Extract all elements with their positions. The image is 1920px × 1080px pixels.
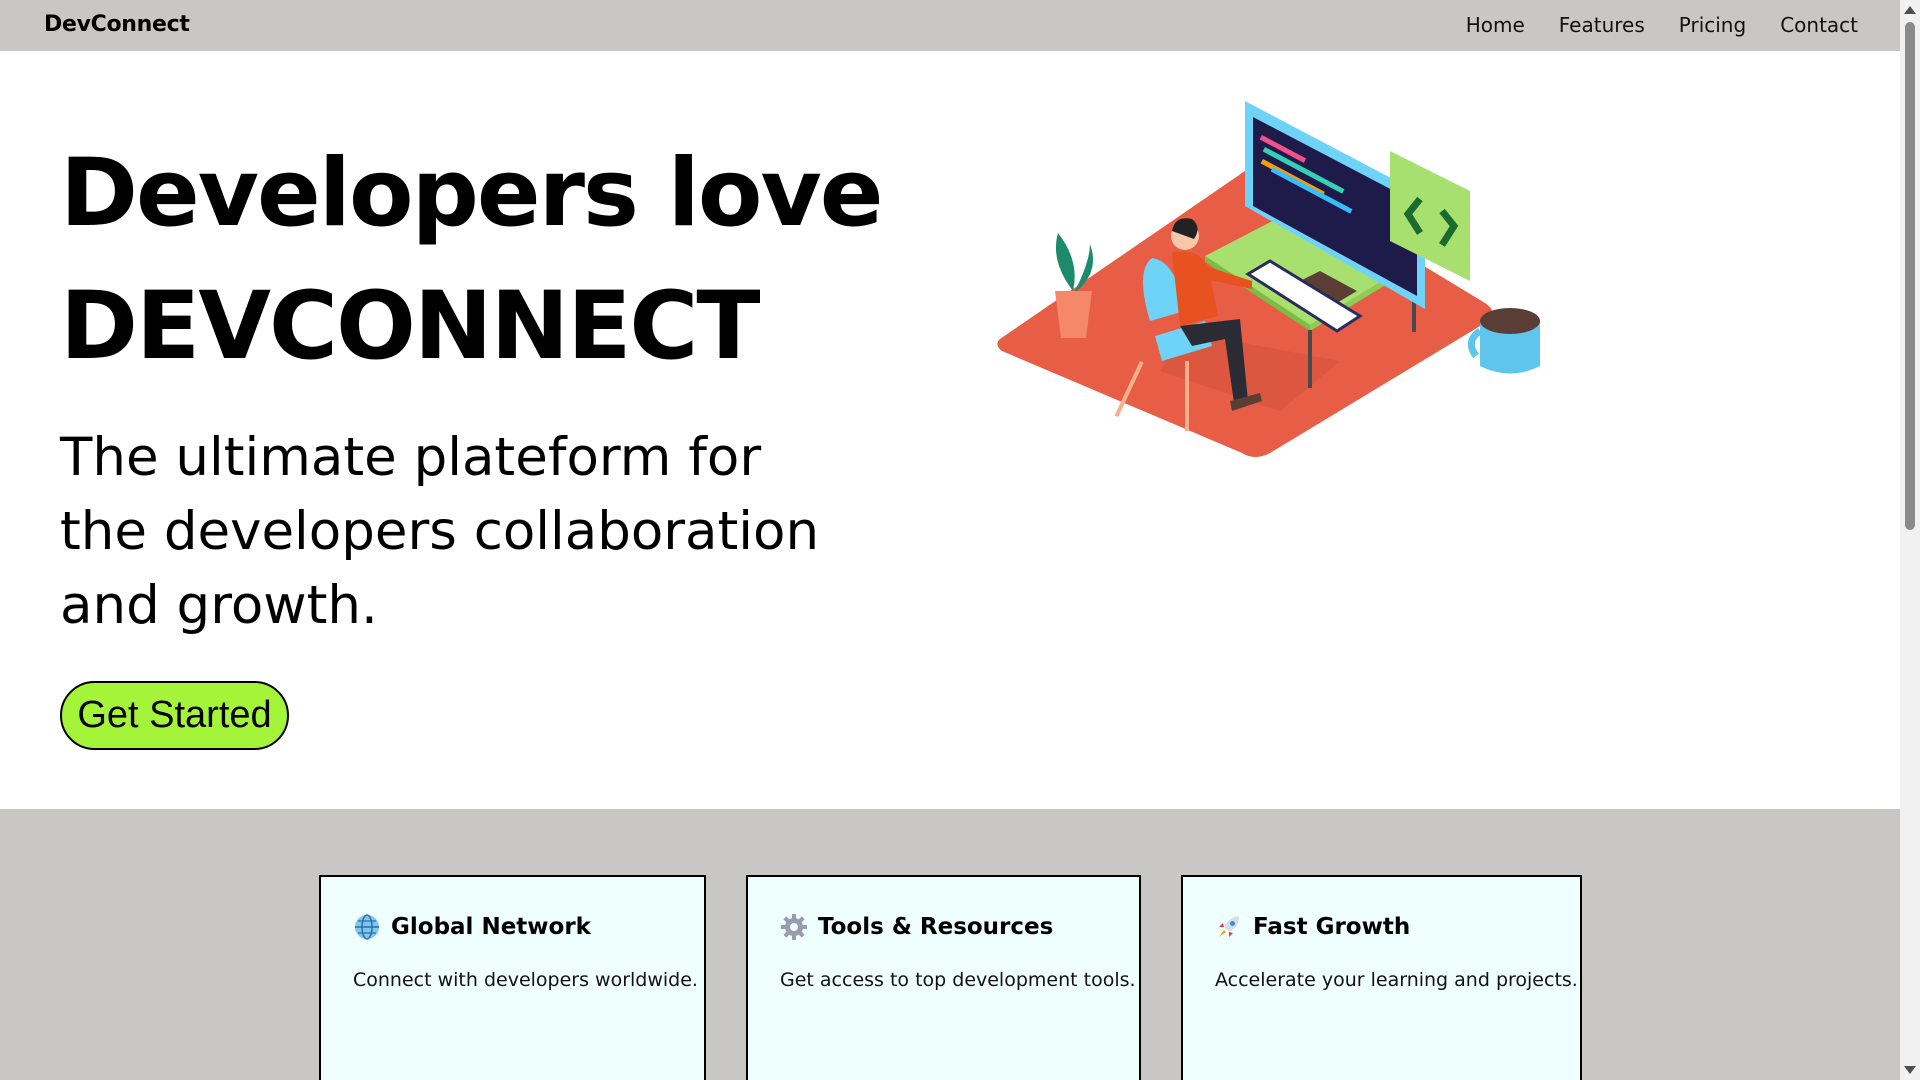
feature-title: Fast Growth [1253,914,1411,940]
features-section: Global Network Connect with developers w… [0,809,1900,1080]
scroll-down-arrow-icon[interactable] [1904,1066,1916,1074]
hero-subtitle: The ultimate plateform for the developer… [60,427,820,636]
hero-section: Developers love DEVCONNECT The ultimate … [0,51,1900,809]
feature-description: Get access to top development tools. [780,969,1136,991]
hero-title-line-1: Developers love [60,139,884,248]
hero-title: Developers love DEVCONNECT [60,127,910,393]
chair-leg-2 [1185,361,1189,431]
feature-card-tools-resources: Tools & Resources Get access to top deve… [746,875,1141,1080]
feature-card-fast-growth: Fast Growth Accelerate your learning and… [1181,875,1582,1080]
feature-description: Connect with developers worldwide. [353,969,698,991]
hero-title-line-2: DEVCONNECT [60,272,761,381]
feature-card-global-network: Global Network Connect with developers w… [319,875,706,1080]
desk-leg-1 [1308,330,1312,388]
nav-link-contact[interactable]: Contact [1780,13,1858,37]
feature-title-row: Global Network [353,913,591,941]
vertical-scrollbar[interactable] [1900,0,1920,1080]
gear-icon [781,914,807,940]
nav-link-pricing[interactable]: Pricing [1679,13,1746,37]
feature-title-row: Fast Growth [1215,913,1410,941]
plant-leaf-1 [1055,233,1075,291]
page: DevConnect Home Features Pricing Contact… [0,0,1900,1080]
developer-at-desk-illustration [997,101,1540,457]
rocket-icon [1219,916,1239,937]
feature-title: Tools & Resources [818,914,1054,940]
plant-pot [1055,291,1092,338]
feature-description: Accelerate your learning and projects. [1215,969,1578,991]
mug-handle [1467,328,1483,359]
feature-title: Global Network [391,914,591,940]
nav-links: Home Features Pricing Contact [1466,13,1858,37]
navbar: DevConnect Home Features Pricing Contact [0,0,1900,51]
nav-link-home[interactable]: Home [1466,13,1525,37]
get-started-button[interactable]: Get Started [60,681,289,750]
brand-logo[interactable]: DevConnect [44,12,190,37]
mug-top [1480,308,1540,334]
scroll-thumb[interactable] [1905,22,1915,530]
globe-icon [355,914,379,940]
nav-link-features[interactable]: Features [1559,13,1645,37]
feature-title-row: Tools & Resources [780,913,1053,941]
scroll-up-arrow-icon[interactable] [1904,6,1916,14]
